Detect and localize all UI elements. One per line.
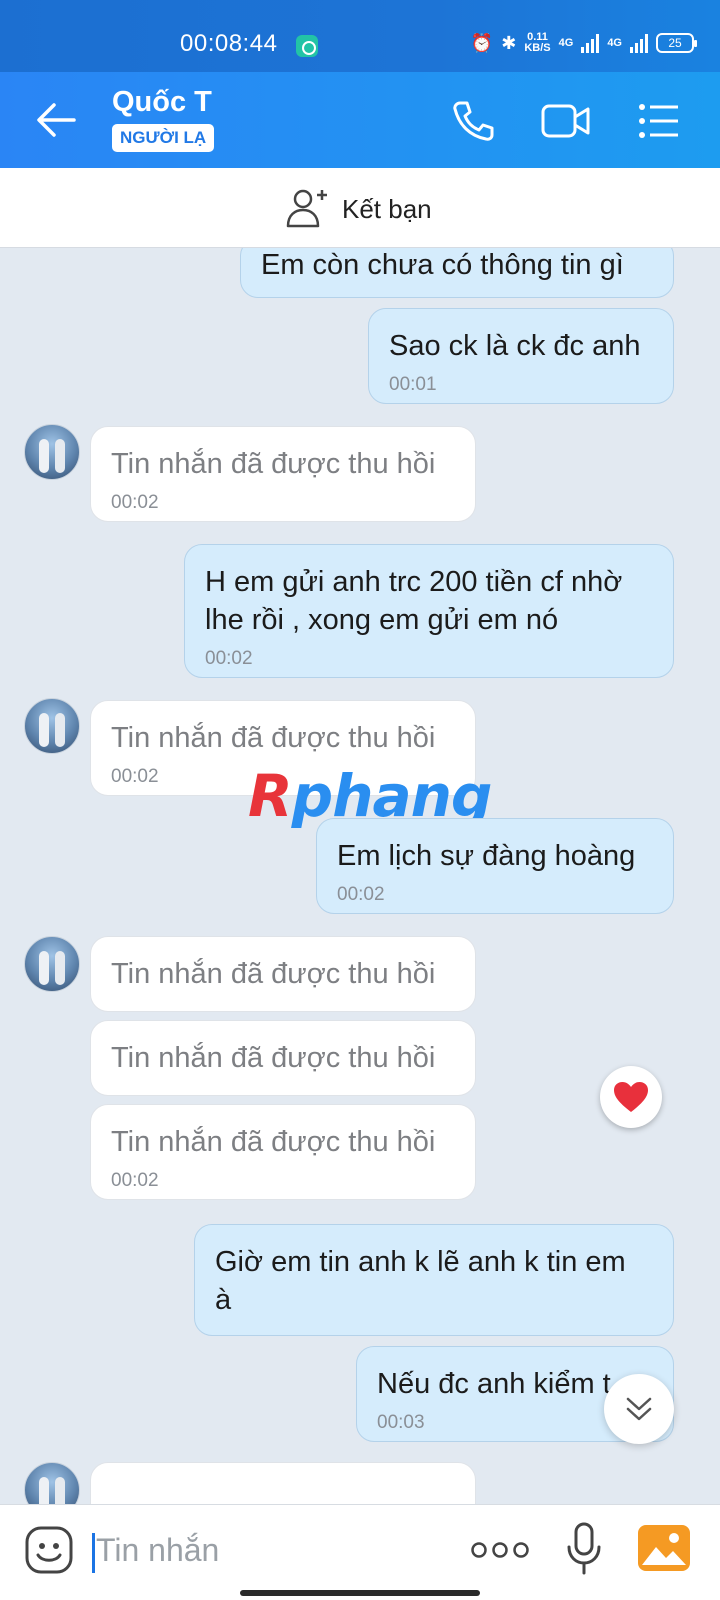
status-icons: ⏰ ✱ 0.11 KB/S 4G 4G 25 <box>470 31 697 54</box>
message-time: 00:01 <box>389 374 437 395</box>
chevron-double-down-icon <box>626 1397 652 1421</box>
message-time: 00:02 <box>205 648 253 669</box>
stranger-badge: NGƯỜI LẠ <box>112 124 215 152</box>
add-friend-bar[interactable]: Kết bạn <box>0 168 720 248</box>
contact-avatar[interactable] <box>24 698 80 754</box>
message-list[interactable]: Em còn chưa có thông tin gì Sao ck là ck… <box>0 248 720 1504</box>
signal-bars-icon-2 <box>630 33 648 53</box>
message-recalled[interactable]: Tin nhắn đã được thu hồi 00:02 <box>90 1104 476 1200</box>
net-speed: 0.11 KB/S <box>524 31 551 54</box>
battery-icon: 25 <box>656 33 697 53</box>
status-bar: 00:08:44 ⏰ ✱ 0.11 KB/S 4G 4G 25 <box>0 0 720 72</box>
app-notification-icon <box>296 35 318 57</box>
message-sent[interactable]: Em lịch sự đàng hoàng 00:02 <box>316 818 674 914</box>
message-sent[interactable]: Giờ em tin anh k lẽ anh k tin em à <box>194 1224 674 1336</box>
add-friend-icon <box>286 189 327 228</box>
message-recalled[interactable]: Tin nhắn đã được thu hồi <box>90 936 476 1012</box>
alarm-icon: ⏰ <box>470 32 494 54</box>
more-options-icon[interactable] <box>470 1541 530 1559</box>
photo-gallery-icon[interactable] <box>636 1523 692 1573</box>
message-partial[interactable] <box>90 1462 476 1504</box>
message-sent[interactable]: H em gửi anh trc 200 tiền cf nhờ lhe rồi… <box>184 544 674 678</box>
message-recalled[interactable]: Tin nhắn đã được thu hồi <box>90 1020 476 1096</box>
message-time: 00:02 <box>337 884 385 905</box>
video-call-icon[interactable] <box>540 98 592 144</box>
scroll-to-bottom-button[interactable] <box>604 1374 674 1444</box>
reaction-button[interactable] <box>600 1066 662 1128</box>
message-time: 00:02 <box>111 492 159 513</box>
back-arrow-icon[interactable] <box>36 102 76 138</box>
microphone-icon[interactable] <box>564 1521 604 1577</box>
contact-name[interactable]: Quốc T <box>112 86 212 119</box>
heart-icon <box>614 1082 648 1112</box>
signal-bars-icon <box>581 33 600 53</box>
message-time: 00:02 <box>111 1170 159 1191</box>
message-sent[interactable]: Sao ck là ck đc anh 00:01 <box>368 308 674 404</box>
contact-avatar[interactable] <box>24 936 80 992</box>
message-input[interactable] <box>96 1527 436 1573</box>
emoji-sticker-icon[interactable] <box>24 1525 74 1575</box>
signal-label-1: 4G <box>558 36 574 49</box>
status-time: 00:08:44 <box>180 30 278 57</box>
add-friend-label: Kết bạn <box>342 194 432 224</box>
menu-list-icon[interactable] <box>636 98 682 144</box>
signal-label-2: 4G <box>607 36 622 49</box>
message-recalled[interactable]: Tin nhắn đã được thu hồi 00:02 <box>90 426 476 522</box>
home-indicator <box>240 1590 480 1596</box>
message-input-bar <box>0 1504 720 1600</box>
phone-call-icon[interactable] <box>450 98 496 144</box>
contact-avatar[interactable] <box>24 1462 80 1504</box>
bluetooth-icon: ✱ <box>501 32 517 54</box>
message-sent[interactable]: Em còn chưa có thông tin gì <box>240 248 674 298</box>
chat-header: Quốc T NGƯỜI LẠ <box>0 72 720 168</box>
contact-avatar[interactable] <box>24 424 80 480</box>
text-cursor <box>92 1533 95 1573</box>
